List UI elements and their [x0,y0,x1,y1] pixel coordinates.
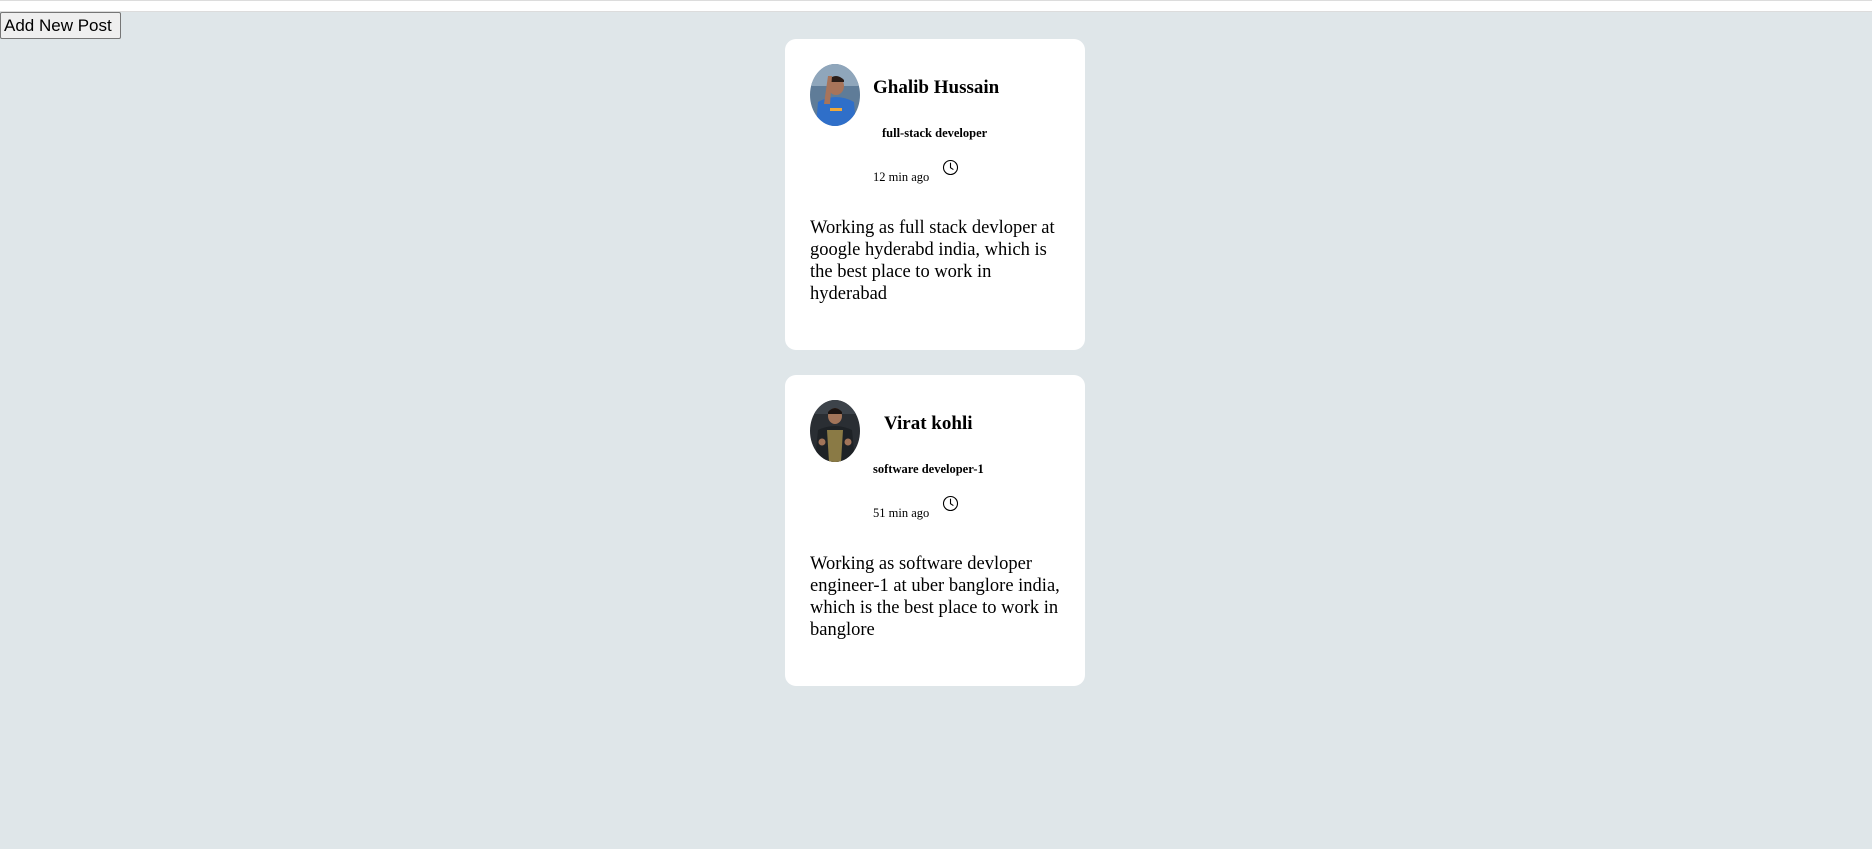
post-body: Working as software devloper engineer-1 … [810,554,1060,640]
avatar[interactable] [810,64,860,126]
clock-icon [942,159,959,176]
clock-icon [942,495,959,512]
author-name: Virat kohli [884,413,973,434]
author-role: software developer-1 [873,462,984,476]
post-card: Virat kohli software developer-1 51 min … [785,375,1085,686]
post-time: 12 min ago [873,170,930,184]
avatar-photo [810,400,860,462]
add-new-post-button[interactable]: Add New Post [0,12,121,39]
author-role: full-stack developer [882,126,988,140]
top-border [0,0,1872,12]
avatar-photo [810,64,860,126]
avatar[interactable] [810,400,860,462]
post-card: Ghalib Hussain full-stack developer 12 m… [785,39,1085,350]
post-body: Working as full stack devloper at google… [810,218,1055,304]
author-name: Ghalib Hussain [873,77,1000,98]
post-time: 51 min ago [873,506,930,520]
